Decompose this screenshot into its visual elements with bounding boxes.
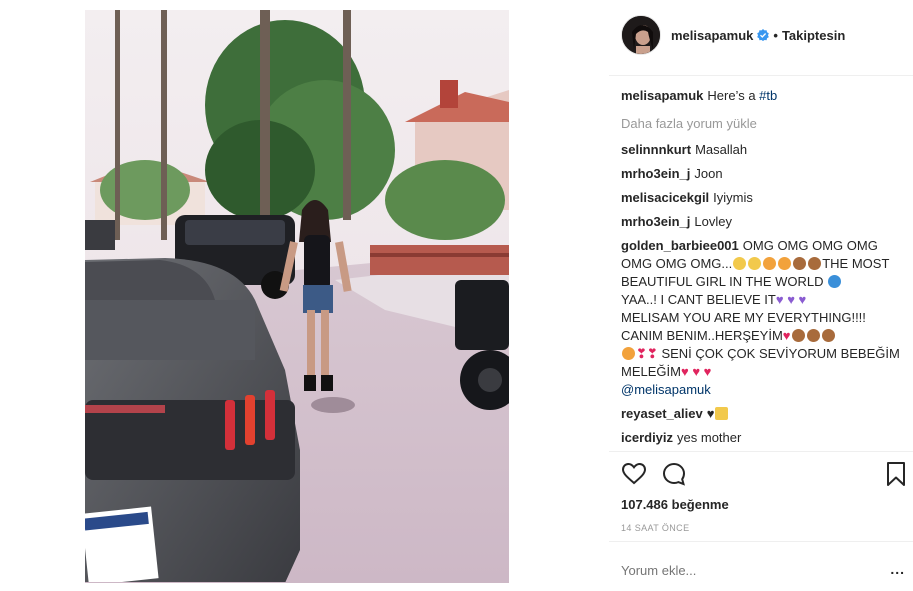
comment-item: mrho3ein_j Lovley xyxy=(621,213,901,231)
comment-item: reyaset_aliev ♥ xyxy=(621,405,901,423)
caption-username[interactable]: melisapamuk xyxy=(621,88,703,103)
comment-username[interactable]: mrho3ein_j xyxy=(621,214,690,229)
heart-eyes-emoji-icon xyxy=(763,257,777,270)
comment-text-part: YAA..! I CANT BELIEVE IT xyxy=(621,292,776,307)
crying-face-emoji-icon xyxy=(748,257,762,270)
divider xyxy=(609,75,913,76)
load-more-comments-button[interactable]: Daha fazla yorum yükle xyxy=(621,115,901,133)
purple-heart-icon: ♥ xyxy=(775,292,784,307)
speech-bubble-icon[interactable] xyxy=(661,461,687,487)
follow-status-button[interactable]: Takiptesin xyxy=(782,28,845,43)
comment-text: yes mother xyxy=(677,430,742,445)
monkey-emoji-icon xyxy=(791,329,805,342)
comment-item: selinnnkurt Masallah xyxy=(621,141,901,159)
monkey-emoji-icon xyxy=(793,257,807,270)
comment-list: melisapamuk Here’s a #tb Daha fazla yorum… xyxy=(621,87,901,445)
comment-text: Lovley xyxy=(694,214,732,229)
heart-exclamation-icon: ❣ xyxy=(636,346,647,361)
post-photo[interactable] xyxy=(85,10,509,583)
heart-exclamation-icon: ❣ xyxy=(646,346,658,361)
monkey-emoji-icon xyxy=(821,329,835,342)
post-timestamp[interactable]: 14 SAAT ÖNCE xyxy=(621,523,690,533)
crying-face-emoji-icon xyxy=(733,257,747,270)
comment-username[interactable]: melisacicekgil xyxy=(621,190,709,205)
likes-label: beğenme xyxy=(671,497,729,512)
black-heart-icon: ♥ xyxy=(706,406,715,421)
red-heart-icon: ♥ xyxy=(692,364,701,379)
verified-badge-icon xyxy=(757,29,770,41)
separator-dot: • xyxy=(773,27,778,43)
comment-item: mrho3ein_j Joon xyxy=(621,165,901,183)
monkey-emoji-icon xyxy=(808,257,822,270)
comment-username[interactable]: mrho3ein_j xyxy=(621,166,690,181)
purple-heart-icon: ♥ xyxy=(787,292,795,307)
cat-emoji-icon xyxy=(622,347,635,360)
comment-item: melisacicekgil Iyiymis xyxy=(621,189,901,207)
caption-hashtag[interactable]: #tb xyxy=(759,88,777,103)
avatar[interactable] xyxy=(621,15,661,55)
post-side-panel: melisapamuk • Takiptesin melisapamuk Here… xyxy=(609,0,913,591)
post-username[interactable]: melisapamuk xyxy=(671,28,753,43)
add-comment-input[interactable] xyxy=(621,561,821,579)
comment-username[interactable]: selinnnkurt xyxy=(621,142,691,157)
bookmark-icon[interactable] xyxy=(883,461,909,487)
likes-count[interactable]: 107.486 beğenme xyxy=(621,497,729,512)
comment-item-long: golden_barbiee001 OMG OMG OMG OMG OMG OMG… xyxy=(621,237,901,399)
red-heart-icon: ♥ xyxy=(782,328,791,343)
comment-username[interactable]: golden_barbiee001 xyxy=(621,238,739,253)
comment-mention[interactable]: @melisapamuk xyxy=(621,382,711,397)
purple-heart-icon: ♥ xyxy=(798,292,807,307)
globe-emoji-icon xyxy=(828,275,842,288)
thumbs-up-emoji-icon xyxy=(715,407,729,420)
comment-text: Iyiymis xyxy=(713,190,753,205)
instagram-post-page: melisapamuk • Takiptesin melisapamuk Here… xyxy=(0,0,913,591)
heart-eyes-emoji-icon xyxy=(778,257,792,270)
comment-username[interactable]: icerdiyiz xyxy=(621,430,673,445)
monkey-emoji-icon xyxy=(806,329,820,342)
red-heart-icon: ♥ xyxy=(680,364,689,379)
comment-username[interactable]: reyaset_aliev xyxy=(621,406,703,421)
divider xyxy=(609,451,913,452)
caption-text: Here’s a xyxy=(707,88,760,103)
heart-outline-icon[interactable] xyxy=(621,461,647,487)
likes-number: 107.486 xyxy=(621,497,668,512)
comment-item: icerdiyiz yes mother xyxy=(621,429,901,445)
caption: melisapamuk Here’s a #tb xyxy=(621,87,901,105)
more-options-icon[interactable]: ... xyxy=(890,561,905,577)
avatar-image xyxy=(622,16,660,54)
post-header: melisapamuk • Takiptesin xyxy=(621,14,911,56)
post-photo-illustration xyxy=(85,10,509,583)
action-bar xyxy=(621,461,905,491)
comment-text: Joon xyxy=(694,166,723,181)
divider xyxy=(609,541,913,542)
comment-text-part: SENİ ÇOK ÇOK SEVİYORUM BEBEĞİM MELEĞİM xyxy=(621,346,900,379)
comment-text: Masallah xyxy=(695,142,748,157)
red-heart-icon: ♥ xyxy=(703,364,712,379)
